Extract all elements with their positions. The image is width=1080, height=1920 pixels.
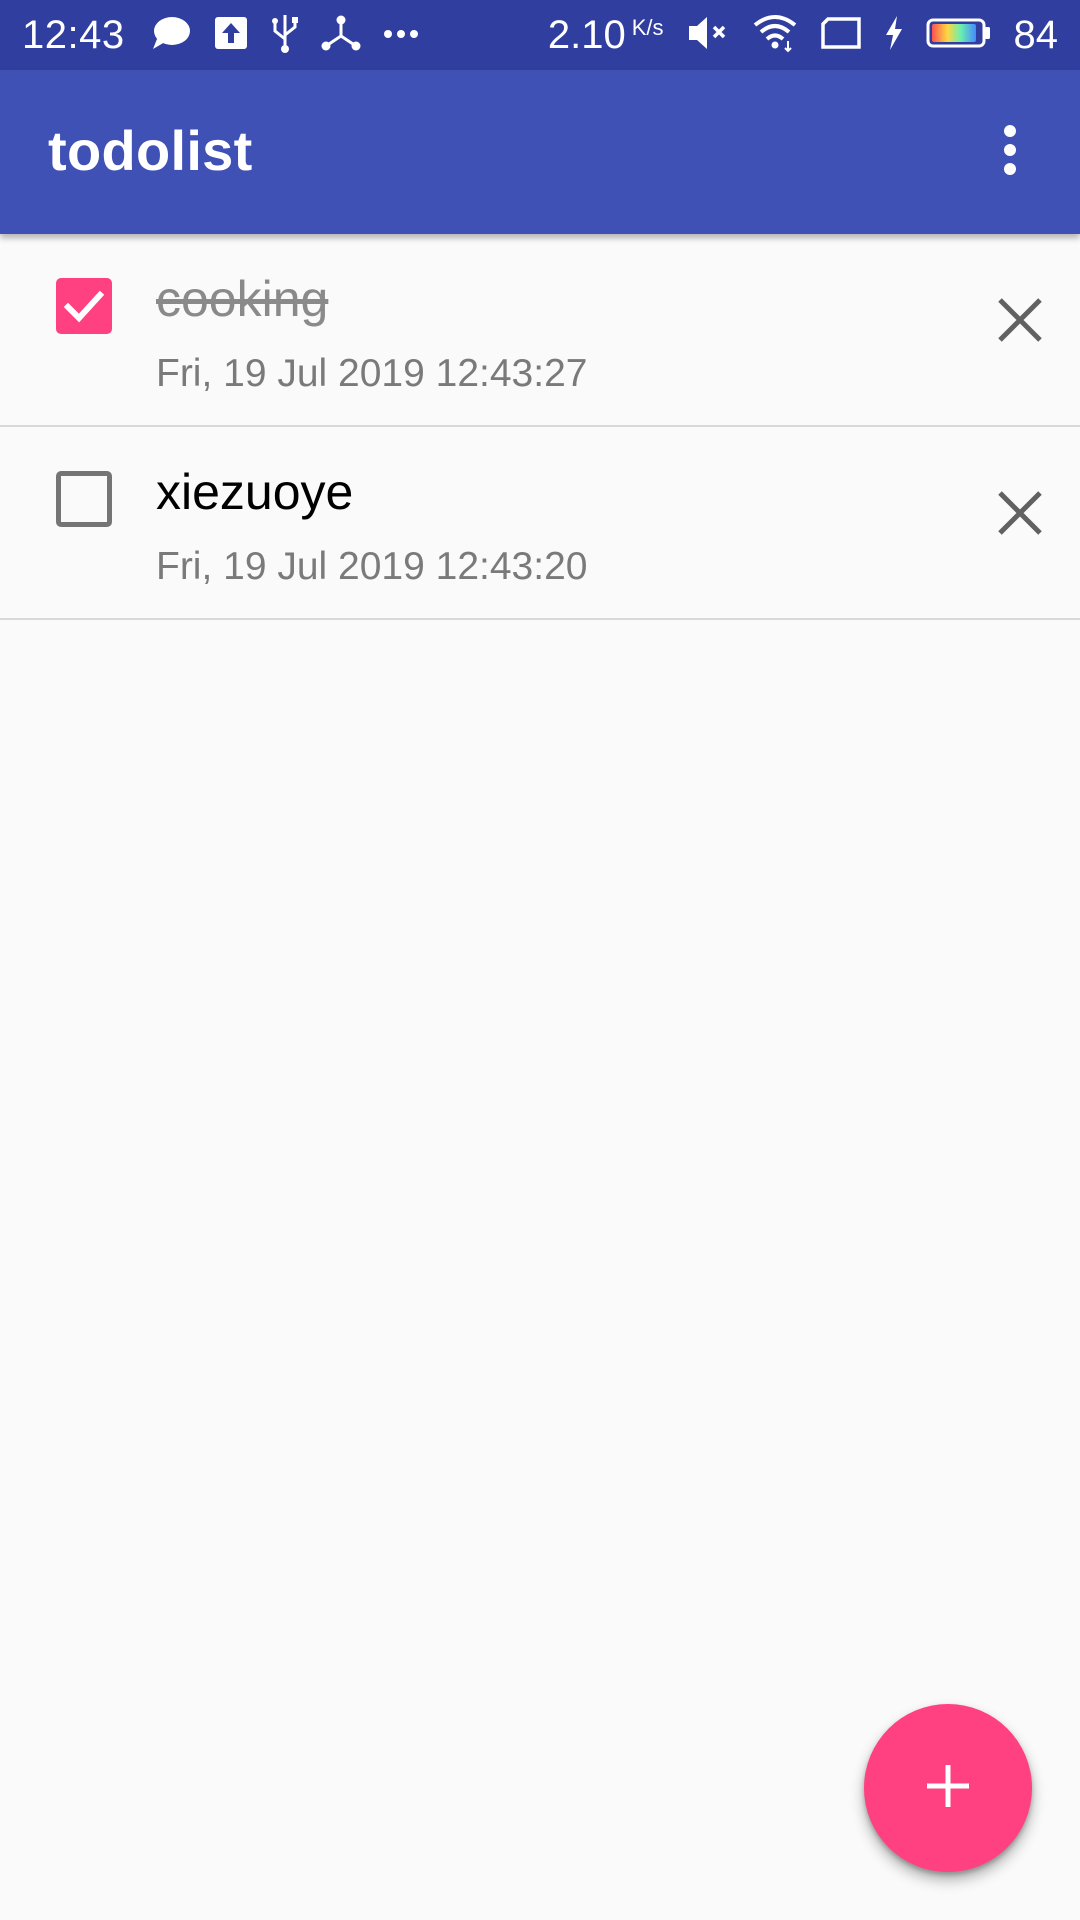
- network-speed: 2.10 K/s: [548, 13, 664, 58]
- status-time: 12:43: [22, 12, 125, 57]
- system-icons: 2.10 K/s 84: [548, 13, 1058, 58]
- todo-checkbox[interactable]: [56, 471, 112, 527]
- usb-icon: [271, 13, 299, 58]
- delete-todo-button[interactable]: [990, 485, 1050, 545]
- screen: 12:43 2.10 K/s 84 todolist cooking Fri, …: [0, 0, 1080, 1920]
- delete-todo-button[interactable]: [990, 292, 1050, 352]
- todo-title: xiezuoye: [156, 464, 354, 520]
- network-speed-unit: K/s: [631, 14, 664, 40]
- more-notifications-icon: [383, 26, 419, 44]
- battery-percent: 84: [1013, 12, 1059, 57]
- app-title: todolist: [48, 119, 253, 182]
- todo-list: cooking Fri, 19 Jul 2019 12:43:27 xiezuo…: [0, 234, 1080, 620]
- todo-timestamp: Fri, 19 Jul 2019 12:43:20: [156, 545, 588, 588]
- sim-icon: [820, 16, 862, 55]
- check-icon: [56, 290, 112, 338]
- message-icon: [151, 15, 191, 56]
- overflow-menu-button[interactable]: [970, 112, 1050, 192]
- status-bar: 12:43 2.10 K/s 84: [0, 0, 1080, 70]
- close-icon: [997, 297, 1043, 348]
- network-speed-value: 2.10: [547, 12, 626, 57]
- todo-item: cooking Fri, 19 Jul 2019 12:43:27: [0, 234, 1080, 427]
- charging-icon: [884, 15, 904, 56]
- add-icon: [925, 1763, 971, 1814]
- mute-icon: [686, 13, 730, 58]
- todo-item: xiezuoye Fri, 19 Jul 2019 12:43:20: [0, 427, 1080, 620]
- todo-title: cooking: [156, 271, 329, 327]
- wifi-icon: [752, 13, 798, 58]
- more-vert-icon: [1002, 124, 1018, 181]
- close-icon: [997, 490, 1043, 541]
- upload-icon: [213, 15, 249, 56]
- todo-checkbox[interactable]: [56, 278, 112, 334]
- battery-icon: [926, 16, 992, 55]
- add-todo-fab[interactable]: [864, 1704, 1032, 1872]
- notification-icons: [151, 13, 419, 58]
- hotspot-icon: [321, 14, 361, 57]
- app-bar: todolist: [0, 70, 1080, 234]
- todo-timestamp: Fri, 19 Jul 2019 12:43:27: [156, 352, 588, 395]
